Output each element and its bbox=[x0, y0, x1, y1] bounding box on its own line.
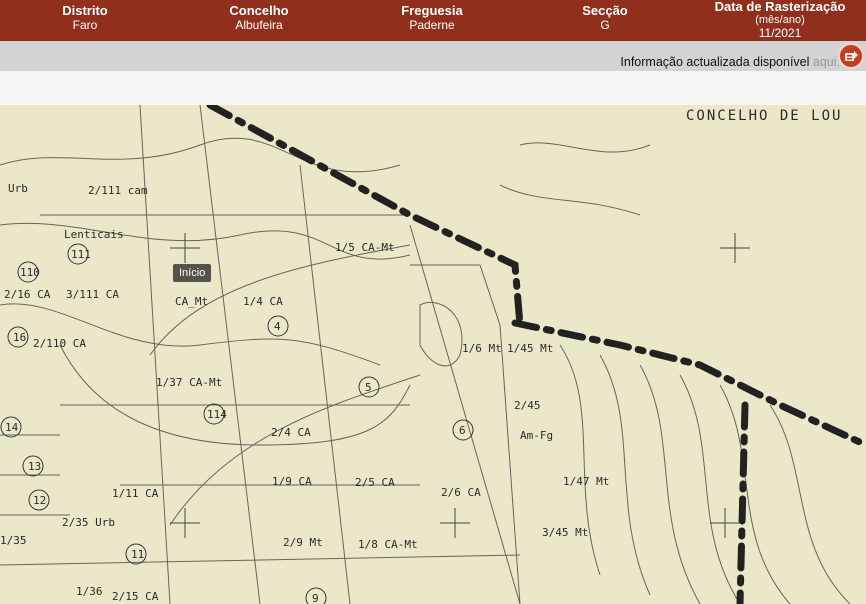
map-update-icon[interactable] bbox=[838, 43, 864, 69]
rasterizacao-column: Data de Rasterização (mês/ano) 11/2021 bbox=[695, 0, 865, 40]
svg-text:Lenticais: Lenticais bbox=[64, 228, 124, 241]
svg-text:1/9 CA: 1/9 CA bbox=[272, 475, 312, 488]
svg-text:1/35: 1/35 bbox=[0, 534, 27, 547]
rasterizacao-value: 11/2021 bbox=[758, 26, 802, 40]
concelho-column: Concelho Albufeira bbox=[199, 3, 319, 33]
distrito-label: Distrito bbox=[62, 3, 108, 18]
svg-text:CA_Mt: CA_Mt bbox=[175, 295, 208, 308]
svg-text:9: 9 bbox=[312, 592, 319, 604]
svg-text:2/9 Mt: 2/9 Mt bbox=[283, 536, 323, 549]
svg-text:1/36: 1/36 bbox=[76, 585, 103, 598]
svg-text:110: 110 bbox=[20, 266, 40, 279]
distrito-value: Faro bbox=[72, 18, 98, 32]
update-info: Informação actualizada disponível aqui. bbox=[620, 55, 840, 69]
svg-text:111: 111 bbox=[71, 248, 91, 261]
update-info-text: Informação actualizada disponível bbox=[620, 55, 813, 69]
svg-text:4: 4 bbox=[274, 320, 281, 333]
svg-text:2/5 CA: 2/5 CA bbox=[355, 476, 395, 489]
svg-text:1/6 Mt: 1/6 Mt bbox=[462, 342, 502, 355]
svg-text:5: 5 bbox=[365, 381, 372, 394]
update-info-link[interactable]: aqui. bbox=[813, 55, 840, 69]
home-tooltip[interactable]: Início bbox=[173, 264, 212, 282]
svg-text:16: 16 bbox=[13, 331, 26, 344]
svg-text:2/6 CA: 2/6 CA bbox=[441, 486, 481, 499]
svg-text:14: 14 bbox=[5, 421, 19, 434]
svg-text:114: 114 bbox=[207, 408, 227, 421]
rasterizacao-sub: (mês/ano) bbox=[755, 14, 805, 26]
svg-text:1/11 CA: 1/11 CA bbox=[112, 487, 159, 500]
concelho-value: Albufeira bbox=[235, 18, 283, 32]
svg-text:1/5 CA-Mt: 1/5 CA-Mt bbox=[335, 241, 395, 254]
distrito-column: Distrito Faro bbox=[25, 3, 145, 33]
rasterizacao-label: Data de Rasterização bbox=[714, 0, 846, 14]
svg-text:2/111 cam: 2/111 cam bbox=[88, 184, 148, 197]
map-drawing: 111 110 16 14 13 12 11 4 5 6 114 9 Lenti… bbox=[0, 105, 866, 604]
concelho-map-label: CONCELHO DE LOU bbox=[686, 108, 843, 124]
seccao-column: Secção G bbox=[545, 3, 665, 33]
concelho-label: Concelho bbox=[229, 3, 289, 18]
svg-text:2/35 Urb: 2/35 Urb bbox=[62, 516, 115, 529]
svg-text:Am-Fg: Am-Fg bbox=[520, 429, 553, 442]
svg-text:3/111 CA: 3/111 CA bbox=[66, 288, 119, 301]
svg-text:2/45: 2/45 bbox=[514, 399, 541, 412]
spacer bbox=[0, 71, 866, 105]
cadastre-header: Distrito Faro Concelho Albufeira Fregues… bbox=[0, 0, 866, 41]
svg-text:3/45 Mt: 3/45 Mt bbox=[542, 526, 588, 539]
seccao-label: Secção bbox=[582, 3, 628, 18]
svg-text:12: 12 bbox=[33, 494, 46, 507]
cadastral-map[interactable]: 111 110 16 14 13 12 11 4 5 6 114 9 Lenti… bbox=[0, 105, 866, 604]
svg-text:1/47 Mt: 1/47 Mt bbox=[563, 475, 609, 488]
svg-text:2/110 CA: 2/110 CA bbox=[33, 337, 86, 350]
freguesia-value: Paderne bbox=[409, 18, 455, 32]
svg-text:6: 6 bbox=[459, 424, 466, 437]
svg-text:13: 13 bbox=[28, 460, 41, 473]
svg-text:2/15 CA: 2/15 CA bbox=[112, 590, 159, 603]
svg-text:1/37 CA-Mt: 1/37 CA-Mt bbox=[156, 376, 222, 389]
svg-text:2/4 CA: 2/4 CA bbox=[271, 426, 311, 439]
svg-text:1/45 Mt: 1/45 Mt bbox=[507, 342, 553, 355]
svg-text:1/4 CA: 1/4 CA bbox=[243, 295, 283, 308]
freguesia-label: Freguesia bbox=[401, 3, 463, 18]
svg-text:Urb: Urb bbox=[8, 182, 28, 195]
svg-text:2/16 CA: 2/16 CA bbox=[4, 288, 51, 301]
seccao-value: G bbox=[600, 18, 610, 32]
svg-text:1/8 CA-Mt: 1/8 CA-Mt bbox=[358, 538, 418, 551]
svg-text:11: 11 bbox=[131, 548, 144, 561]
freguesia-column: Freguesia Paderne bbox=[372, 3, 492, 33]
